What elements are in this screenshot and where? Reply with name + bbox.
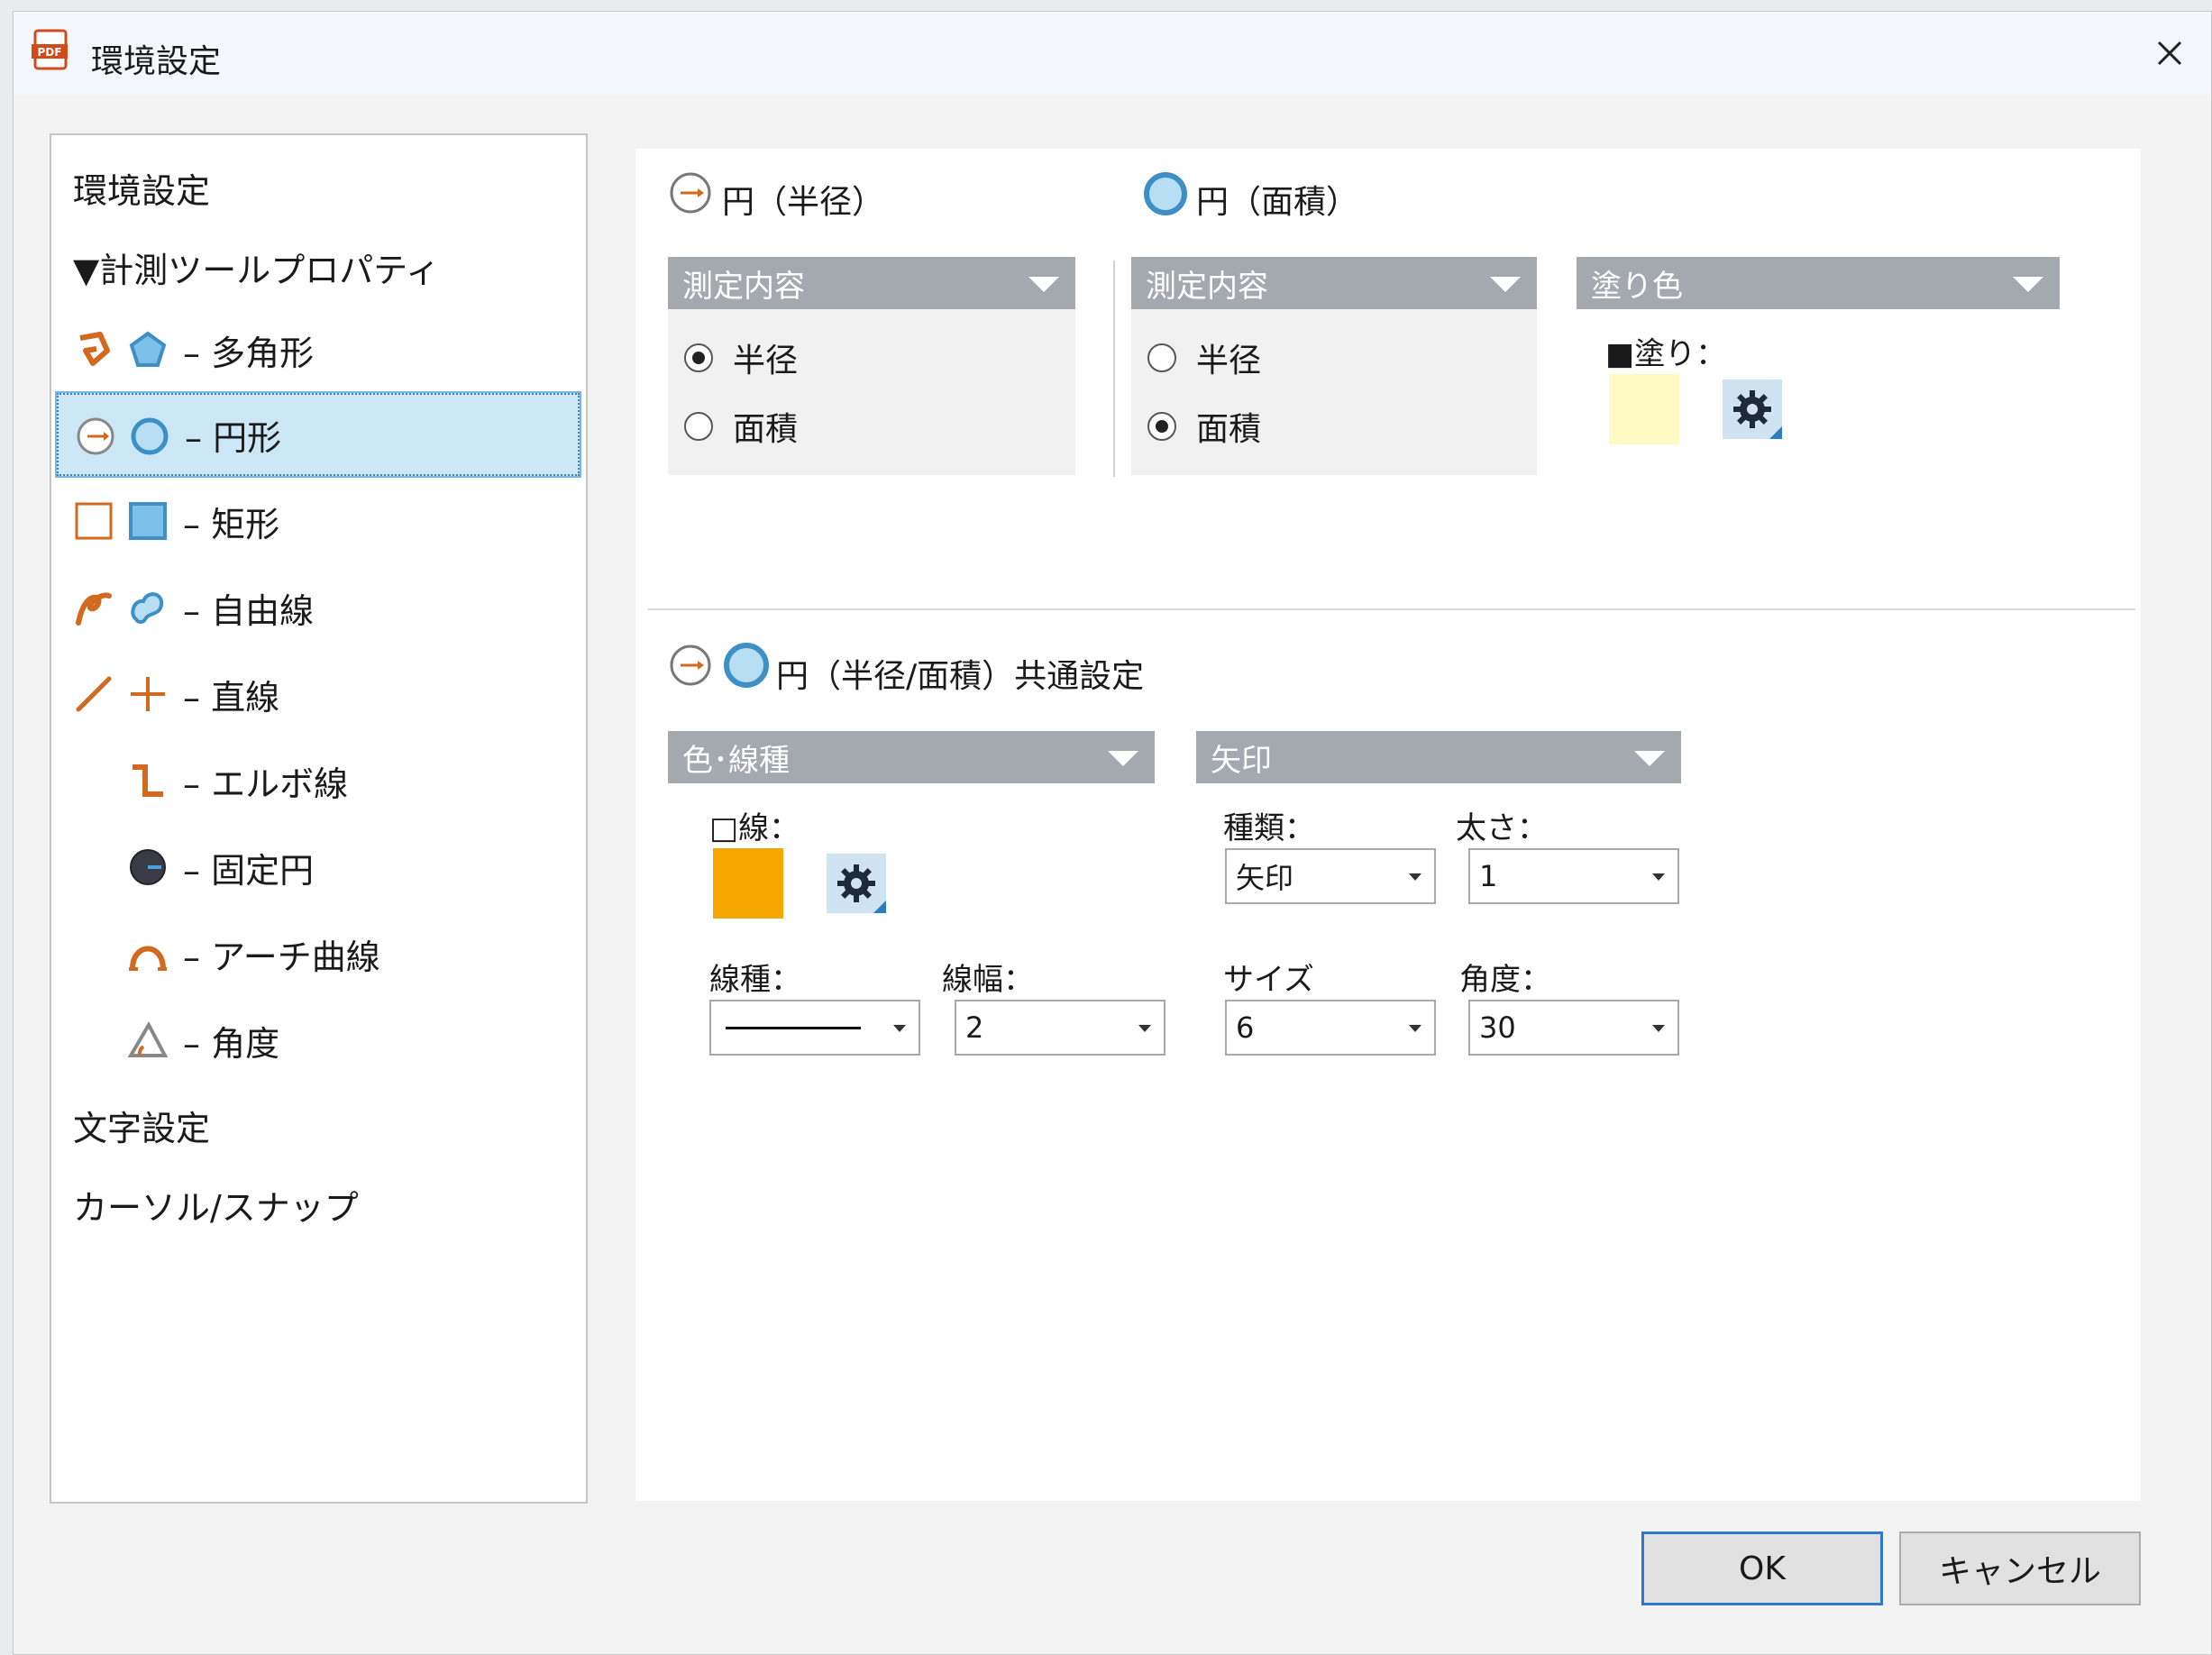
dropdown-arrow-icon: [893, 1025, 906, 1032]
dropdown-arrow-icon: [1652, 873, 1665, 881]
linewidth-label: 線幅：: [942, 962, 1034, 998]
cancel-button[interactable]: キャンセル: [1899, 1532, 2141, 1605]
freehand-measure-icon: [76, 592, 112, 626]
chevron-down-icon: [2013, 277, 2043, 292]
tree-item-text-settings[interactable]: 文字設定: [51, 1084, 586, 1166]
dropdown-arrow-icon: [1138, 1025, 1151, 1032]
pdf-app-icon: PDF: [32, 29, 68, 70]
polygon-measure-icon: [79, 332, 110, 366]
arrow-thickness-select[interactable]: 1: [1468, 848, 1679, 904]
radius-section-title: 円（半径）: [722, 184, 885, 221]
ok-button[interactable]: OK: [1641, 1532, 1883, 1605]
chevron-down-icon: [1490, 277, 1521, 292]
crosshair-line-icon: [131, 677, 165, 711]
fill-color-swatch[interactable]: [1609, 374, 1679, 444]
polygon-area-icon: [129, 331, 167, 367]
angle-icon: [127, 1020, 169, 1057]
radius-option-radius[interactable]: 半径: [684, 334, 798, 381]
radio-button[interactable]: [684, 343, 713, 372]
area-section-title: 円（面積）: [1196, 184, 1359, 221]
tree-item-freehand[interactable]: – 自由線: [51, 566, 586, 649]
tree-item-rectangle[interactable]: – 矩形: [51, 480, 586, 562]
arrow-angle-label: 角度：: [1459, 962, 1551, 998]
tree-item-measure-tool-properties[interactable]: ▼計測ツールプロパティ: [51, 225, 586, 308]
gear-icon: [1733, 390, 1771, 428]
circle-radius-icon: [670, 645, 711, 686]
arrow-kind-select[interactable]: 矢印: [1225, 848, 1436, 904]
tree-item-circle[interactable]: – 円形: [55, 391, 581, 478]
arrow-angle-select[interactable]: 30: [1468, 1000, 1679, 1056]
linetype-select[interactable]: [709, 1000, 920, 1056]
circle-radius-icon: [670, 172, 711, 214]
line-color-label: □線：: [709, 810, 800, 846]
rectangle-measure-icon: [75, 502, 113, 540]
arch-curve-icon: [129, 946, 167, 971]
dropdown-arrow-icon: [1409, 1025, 1421, 1032]
area-measure-header[interactable]: 測定内容: [1131, 257, 1537, 309]
tree-item-general[interactable]: 環境設定: [51, 146, 586, 229]
settings-dialog: PDF 環境設定 環境設定 ▼計測ツールプロパティ – 多角形 – 円形 – 矩…: [13, 11, 2212, 1655]
radius-option-area[interactable]: 面積: [684, 403, 798, 450]
tree-item-angle[interactable]: – 角度: [51, 999, 586, 1082]
radio-button[interactable]: [684, 412, 713, 441]
elbow-line-icon: [133, 764, 163, 797]
fill-color-settings-button[interactable]: [1723, 379, 1782, 439]
circle-area-icon: [1144, 172, 1187, 215]
settings-tree: 環境設定 ▼計測ツールプロパティ – 多角形 – 円形 – 矩形 – 自由線 –…: [50, 133, 588, 1504]
vertical-divider: [1113, 261, 1115, 477]
circle-radius-icon: [77, 417, 114, 455]
line-measure-icon: [76, 676, 112, 712]
arrow-thickness-label: 太さ：: [1456, 810, 1548, 846]
section-divider: [648, 608, 2135, 610]
solid-line-preview: [726, 1026, 861, 1029]
tree-item-polygon[interactable]: – 多角形: [51, 308, 586, 391]
radius-measure-body: 半径 面積: [668, 309, 1075, 475]
svg-text:PDF: PDF: [38, 46, 62, 59]
tree-item-fixed-circle[interactable]: – 固定円: [51, 826, 586, 909]
circle-area-icon: [131, 417, 169, 455]
fill-label: ■塗り：: [1605, 336, 1727, 372]
chevron-down-icon: [1634, 751, 1665, 766]
title-bar: PDF 環境設定: [14, 12, 2211, 95]
chevron-down-icon: [1108, 751, 1138, 766]
tree-item-elbow-line[interactable]: – エルボ線: [51, 739, 586, 822]
fixed-circle-icon: [130, 849, 166, 885]
radio-button[interactable]: [1147, 412, 1176, 441]
arrow-header[interactable]: 矢印: [1196, 731, 1681, 783]
arrow-size-label: サイズ: [1223, 962, 1314, 998]
color-linetype-header[interactable]: 色･線種: [668, 731, 1155, 783]
area-option-radius[interactable]: 半径: [1147, 334, 1261, 381]
chevron-down-icon: [1028, 277, 1059, 292]
close-icon[interactable]: [2144, 28, 2195, 78]
rectangle-area-icon: [129, 502, 167, 540]
gear-icon: [837, 864, 875, 902]
window-title: 環境設定: [91, 43, 222, 80]
dropdown-arrow-icon: [1652, 1025, 1665, 1032]
circle-area-icon: [724, 643, 769, 688]
settings-panel: 円（半径） 円（面積） 測定内容 半径 面積 測定内容 半径 面積 塗り色 ■塗…: [635, 149, 2141, 1501]
arrow-kind-label: 種類：: [1223, 810, 1315, 846]
arrow-size-select[interactable]: 6: [1225, 1000, 1436, 1056]
area-measure-body: 半径 面積: [1131, 309, 1537, 475]
linewidth-select[interactable]: 2: [955, 1000, 1165, 1056]
freehand-area-icon: [131, 592, 164, 624]
radius-measure-header[interactable]: 測定内容: [668, 257, 1075, 309]
line-color-settings-button[interactable]: [827, 854, 886, 913]
fill-color-header[interactable]: 塗り色: [1577, 257, 2060, 309]
tree-item-line[interactable]: – 直線: [51, 653, 586, 736]
linetype-label: 線種：: [709, 962, 801, 998]
common-section-title: 円（半径/面積）共通設定: [776, 658, 1145, 695]
dropdown-arrow-icon: [1409, 873, 1421, 881]
radio-button[interactable]: [1147, 343, 1176, 372]
tree-item-cursor-snap[interactable]: カーソル/スナップ: [51, 1163, 586, 1246]
area-option-area[interactable]: 面積: [1147, 403, 1261, 450]
tree-item-arch-curve[interactable]: – アーチ曲線: [51, 912, 586, 995]
line-color-swatch[interactable]: [713, 848, 783, 919]
